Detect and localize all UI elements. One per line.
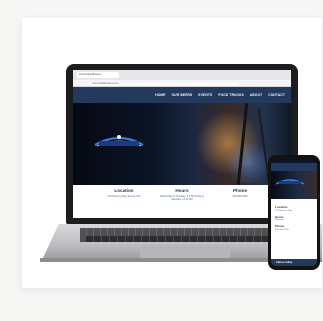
browser-tab-title: Cornucopia Brewery	[79, 73, 102, 76]
laptop-screen: Cornucopia Brewery cornucopiabrewery.com…	[73, 70, 291, 218]
nav-contact[interactable]: CONTACT	[268, 93, 285, 97]
phone-hours-detail: Wed–Sat	[275, 219, 284, 221]
hero-image	[73, 103, 291, 185]
browser-tab-bar: Cornucopia Brewery	[73, 70, 291, 80]
phone-phone-title: Phone	[275, 224, 285, 228]
phone-site-header	[271, 163, 317, 171]
phone-hours-title: Hours	[275, 214, 284, 219]
nav-home[interactable]: HOME	[155, 93, 165, 97]
nav-about[interactable]: ABOUT	[250, 93, 262, 97]
brewery-logo[interactable]	[93, 133, 145, 151]
info-location-detail: 123 Brewery Way, Everett, WA	[107, 194, 141, 198]
nav-events[interactable]: EVENTS	[198, 93, 212, 97]
product-mockup-scene: Cornucopia Brewery cornucopiabrewery.com…	[0, 0, 323, 321]
url-text: cornucopiabrewery.com	[92, 81, 119, 85]
info-hours: Hours Wednesday & Thursday: 3-9 PM Frida…	[157, 188, 207, 215]
url-input[interactable]: cornucopiabrewery.com	[89, 81, 239, 86]
phone-screen: Location 123 Brewery Way Hours Wed–Sat P…	[271, 160, 317, 266]
phone-location-detail: 123 Brewery Way	[275, 209, 293, 212]
site-nav: HOME OUR BEERS EVENTS FOOD TRUCKS ABOUT …	[155, 93, 285, 97]
info-hours-detail: Wednesday & Thursday: 3-9 PM Friday & Sa…	[159, 194, 205, 201]
browser-tab[interactable]: Cornucopia Brewery	[77, 72, 119, 78]
browser-address-bar: cornucopiabrewery.com	[73, 80, 291, 87]
nav-our-beers[interactable]: OUR BEERS	[172, 93, 193, 97]
nav-food-trucks[interactable]: FOOD TRUCKS	[218, 93, 244, 97]
site-header: HOME OUR BEERS EVENTS FOOD TRUCKS ABOUT …	[73, 87, 291, 103]
info-location-title: Location	[114, 188, 134, 193]
phone-location-title: Location	[275, 205, 288, 209]
phone-brewery-logo[interactable]	[275, 177, 305, 187]
info-phone-title: Phone	[232, 188, 248, 193]
phone-hero-image	[271, 171, 317, 199]
info-phone-detail: 425-555-0199	[232, 194, 248, 198]
info-strip: Location 123 Brewery Way, Everett, WA Ho…	[73, 185, 291, 218]
phone-footer[interactable]: Call us today	[271, 259, 317, 266]
laptop-trackpad	[140, 246, 230, 258]
phone-info-section: Location 123 Brewery Way Hours Wed–Sat P…	[271, 199, 317, 259]
info-phone: Phone 425-555-0199	[215, 188, 265, 215]
info-location: Location 123 Brewery Way, Everett, WA	[99, 188, 149, 215]
phone-footer-text: Call us today	[276, 261, 293, 264]
info-hours-title: Hours	[175, 188, 189, 193]
phone-phone-detail: 425-555-0199	[275, 228, 289, 231]
